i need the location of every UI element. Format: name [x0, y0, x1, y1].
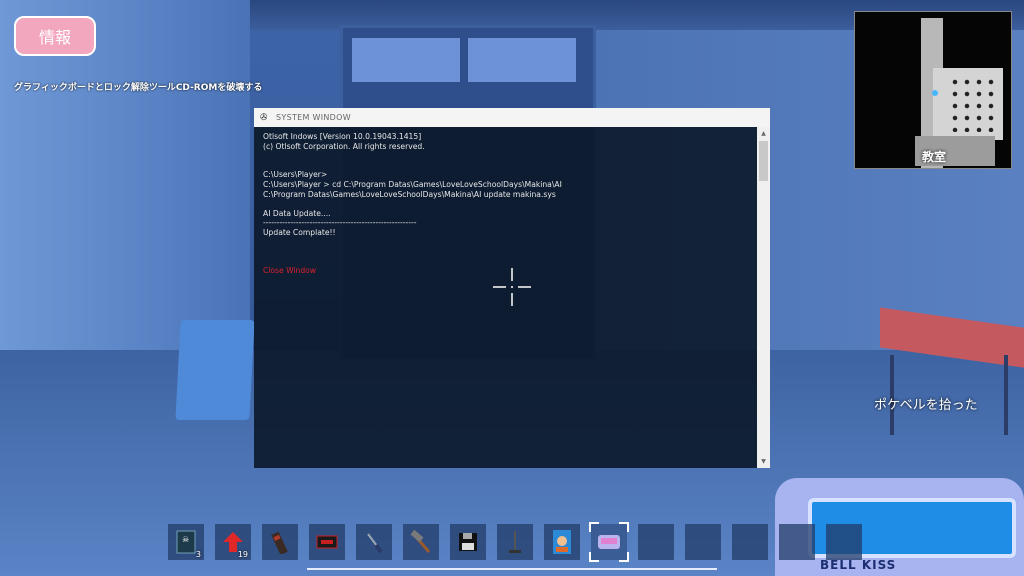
minimap-player-marker-icon [932, 90, 938, 96]
hotbar-slot-pager[interactable] [589, 522, 629, 562]
console-scrollbar[interactable]: ▲ ▼ [757, 127, 770, 468]
hotbar-slot-empty[interactable] [779, 524, 815, 560]
objective-text: グラフィックボードとロック解除ツールCD-ROMを破壊する [14, 83, 263, 93]
hotbar-slot-game-box[interactable] [544, 524, 580, 560]
door-window-right [468, 38, 576, 82]
hotbar-slot-floppy[interactable] [450, 524, 486, 560]
crosshair-icon [493, 268, 531, 306]
hotbar-slot-empty[interactable] [638, 524, 674, 560]
minimap-desks [949, 76, 997, 132]
hotbar-slot-arrow[interactable]: 19 [215, 524, 251, 560]
door-window-left [352, 38, 460, 82]
hotbar-slot-empty[interactable] [732, 524, 768, 560]
stand-icon [509, 531, 521, 553]
pickup-message: ポケベルを拾った [874, 398, 978, 413]
system-window-titlebar[interactable]: ✇ SYSTEM WINDOW [254, 108, 770, 127]
console-line: Update Complate!! [263, 227, 336, 237]
system-window-title: SYSTEM WINDOW [276, 113, 351, 122]
cd-case-icon: ☠ [176, 530, 196, 554]
scroll-thumb[interactable] [759, 141, 768, 181]
hotbar-slot-device[interactable] [309, 524, 345, 560]
screwdriver-icon [367, 533, 383, 554]
scroll-up-arrow-icon[interactable]: ▲ [759, 129, 768, 138]
item-count: 3 [195, 550, 201, 559]
item-count: 19 [237, 550, 248, 559]
pager-brand-label: BELL KISS [820, 558, 897, 572]
battery-pack-icon [271, 531, 288, 554]
console-line: C:\Users\Player > cd C:\Program Datas\Ga… [263, 179, 562, 189]
minimap: 教室 [854, 11, 1012, 169]
console-line: ----------------------------------------… [263, 218, 417, 228]
console-line: C:\Program Datas\Games\LoveLoveSchoolDay… [263, 189, 556, 199]
console-line: Otlsoft Indows [Version 10.0.19043.1415] [263, 132, 422, 141]
hotbar-slot-stand[interactable] [497, 524, 533, 560]
hotbar-slot-battery[interactable] [262, 524, 298, 560]
hotbar-slot-screwdriver[interactable] [356, 524, 392, 560]
item-hotbar: ☠ 3 19 [168, 522, 862, 562]
minimap-location-label: 教室 [921, 150, 946, 164]
hotbar-slot-hammer[interactable] [403, 524, 439, 560]
selection-frame [589, 522, 629, 562]
hotbar-slot-empty[interactable] [826, 524, 862, 560]
hotbar-slot-empty[interactable] [685, 524, 721, 560]
game-box-icon [553, 530, 571, 554]
trash-bin [175, 320, 255, 420]
hotbar-underline [307, 568, 717, 570]
console-line: (c) Otlsoft Corporation. All rights rese… [263, 141, 425, 151]
hammer-icon [410, 530, 431, 553]
red-device-icon [316, 535, 338, 549]
scroll-down-arrow-icon[interactable]: ▼ [759, 457, 768, 466]
console-line: AI Data Update.... [263, 208, 331, 218]
floppy-disk-icon [459, 533, 477, 551]
svg-text:☠: ☠ [182, 535, 189, 544]
window-app-icon: ✇ [260, 112, 268, 123]
hotbar-slot-cd[interactable]: ☠ 3 [168, 524, 204, 560]
console-line: C:\Users\Player> [263, 170, 328, 180]
info-button[interactable]: 情報 [14, 16, 96, 56]
